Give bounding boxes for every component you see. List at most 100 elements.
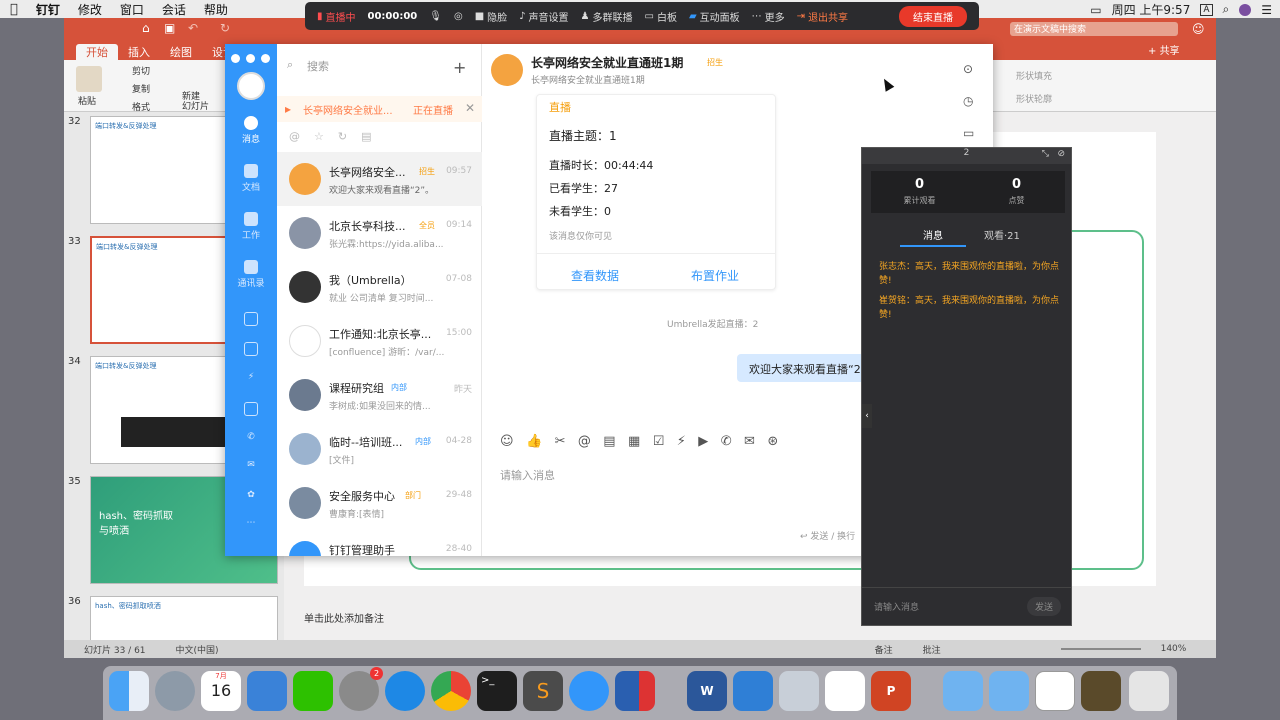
zoom-slider[interactable] [1060,648,1141,650]
tab-viewers[interactable]: 观看·21 [984,227,1020,242]
more-icon[interactable]: ⋯ [225,518,277,528]
sidebar-item-contacts[interactable]: 通讯录 [225,260,277,289]
live-message-input[interactable]: 请输入消息 [874,600,919,613]
ppt-search-input[interactable]: 在演示文稿中搜索 [1010,22,1178,36]
sidebar-item-messages[interactable]: 消息 [225,116,277,145]
menu-help[interactable]: 帮助 [204,1,228,18]
calendar-icon[interactable]: 7月 16 [201,671,241,711]
menu-edit[interactable]: 修改 [78,1,102,18]
save-icon[interactable]: ▣ [164,21,175,35]
undo-icon[interactable]: ↶ [188,21,198,35]
star-icon[interactable]: ☆ [314,130,324,143]
sidebar-item-docs[interactable]: 文档 [225,164,277,193]
parallels-icon[interactable] [615,671,655,711]
preview-icon[interactable] [779,671,819,711]
exit-share-button[interactable]: ⇥ 退出共享 [797,9,848,24]
notes-placeholder[interactable]: 单击此处添加备注 [304,610,384,625]
live-banner[interactable]: ▸ 长亭网络安全就业... 正在直播 ✕ [277,96,482,122]
close-icon[interactable]: ✕ [465,101,475,115]
todo-icon[interactable] [225,342,277,358]
file-icon[interactable]: ▤ [361,130,371,143]
more-icon[interactable]: ⊙ [963,62,973,76]
maximize-window-button[interactable] [261,54,270,63]
minimize-window-button[interactable] [246,54,255,63]
chat-title[interactable]: 长亭网络安全就业直通班1期 [531,54,683,71]
conversation-item[interactable]: 长亭网络安全... 招生 09:57 欢迎大家来观看直播“2”。 [277,152,482,206]
downloads-folder-icon[interactable] [989,671,1029,711]
search-input[interactable]: ⌕ 搜索 [287,58,447,82]
launchpad-icon[interactable] [155,671,195,711]
share-button[interactable]: + 共享 [1148,42,1180,57]
menu-icon[interactable]: ☰ [1261,3,1272,17]
refresh-icon[interactable]: ↻ [338,130,347,143]
settings-icon[interactable]: ⊛ [767,434,778,449]
group-avatar[interactable] [491,54,523,86]
finder-icon[interactable] [109,671,149,711]
java-icon[interactable] [825,671,865,711]
keynote-icon[interactable] [247,671,287,711]
calendar-icon[interactable] [225,312,277,328]
battery-icon[interactable]: ▭ [1090,3,1101,17]
phone-icon[interactable]: ✆ [721,434,732,449]
mail-icon[interactable]: ✉ [744,434,755,449]
more-button[interactable]: ⋯ 更多 [752,9,785,24]
new-slide-button[interactable]: 新建 幻灯片 [182,92,209,112]
mic-icon[interactable]: 🎙 [429,11,442,22]
end-live-button[interactable]: 结束直播 [899,6,967,27]
check-icon[interactable]: ☑ [653,434,665,449]
history-icon[interactable]: ◷ [963,94,973,108]
xcode-icon[interactable] [733,671,773,711]
apps-icon[interactable]: ✿ [225,490,277,500]
conversation-item[interactable]: 课程研究组 内部 昨天 李树成:如果没回来的情... [277,368,482,422]
trash-icon[interactable] [1129,671,1169,711]
emoji-icon[interactable]: ☺ [500,434,514,449]
conversation-item[interactable]: 我（Umbrella） 07-08 就业 公司清单 复习时间... [277,260,482,314]
video-icon[interactable]: ▶ [698,434,708,449]
menu-session[interactable]: 会话 [162,1,186,18]
message-input[interactable]: 请输入消息 [500,467,555,483]
live-send-button[interactable]: 发送 [1026,597,1061,616]
wechat-icon[interactable] [293,671,333,711]
hide-face-button[interactable]: ■ 隐脸 [475,9,507,24]
input-method[interactable]: A [1200,3,1213,16]
ding-icon[interactable]: ⚡ [225,372,277,382]
powerpoint-icon[interactable]: P [871,671,911,711]
menu-app[interactable]: 钉钉 [36,1,60,18]
assign-homework-button[interactable]: 布置作业 [691,267,739,284]
sublime-icon[interactable]: S [523,671,563,711]
chrome-icon[interactable] [431,671,471,711]
sound-settings-button[interactable]: ♪ 声音设置 [519,9,568,24]
tab-insert[interactable]: 插入 [118,44,160,60]
redo-icon[interactable]: ↻ [220,21,230,35]
collapse-handle[interactable]: ‹ [862,404,872,428]
scissors-icon[interactable]: ✂ [555,434,566,449]
ding-icon[interactable]: ⚡ [677,434,686,449]
at-icon[interactable]: @ [289,130,300,143]
menu-window[interactable]: 窗口 [120,1,144,18]
paste-button[interactable] [76,66,102,92]
safari-icon[interactable] [385,671,425,711]
comments-toggle[interactable]: 批注 [923,643,941,656]
word-icon[interactable]: W [687,671,727,711]
window-thumbnail[interactable] [1035,671,1075,711]
search-icon[interactable]: ⌕ [1223,2,1230,17]
tab-draw[interactable]: 绘图 [160,44,202,60]
at-icon[interactable]: @ [578,434,591,449]
calendar-icon[interactable]: ▦ [628,434,640,449]
avatar[interactable] [1239,3,1252,16]
shape-fill-button[interactable]: 形状填充 [1016,69,1052,82]
conversation-item[interactable]: 安全服务中心 部门 29-48 曹康育:[表情] [277,476,482,530]
sidebar-item-work[interactable]: 工作 [225,212,277,241]
tab-messages[interactable]: 消息 [923,227,943,242]
like-icon[interactable]: 👍 [526,434,542,449]
shape-outline-button[interactable]: 形状轮廓 [1016,92,1052,105]
tasks-icon[interactable] [225,402,277,418]
collapse-icon[interactable]: ⤡ [1042,149,1049,159]
conversation-item[interactable]: 临时--培训班... 内部 04-28 [文件] [277,422,482,476]
view-data-button[interactable]: 查看数据 [571,267,619,284]
smiley-icon[interactable]: ☺ [1192,22,1205,36]
applications-folder-icon[interactable] [943,671,983,711]
add-icon[interactable]: + [453,58,466,77]
system-preferences-icon[interactable]: 2 [339,667,383,711]
image-thumbnail[interactable] [1081,671,1121,711]
